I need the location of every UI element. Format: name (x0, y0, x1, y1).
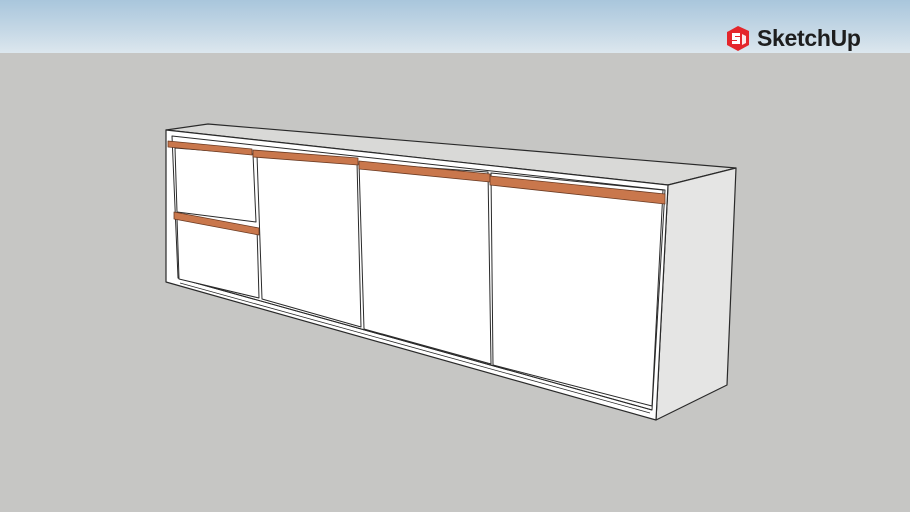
model-viewport[interactable] (0, 0, 910, 512)
door-left[interactable] (256, 154, 362, 328)
sideboard-cabinet[interactable] (165, 123, 737, 421)
drawer-top[interactable] (174, 147, 257, 223)
cabinet-right-side (655, 167, 737, 421)
door-right[interactable] (490, 172, 664, 407)
